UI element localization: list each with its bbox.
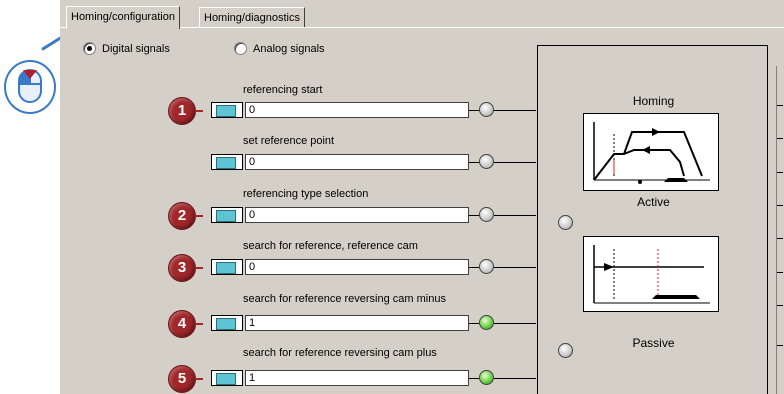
wire bbox=[469, 110, 479, 111]
analog-signals-label: Analog signals bbox=[253, 42, 325, 55]
signal-value-field[interactable]: 0 bbox=[245, 102, 469, 118]
status-led-green bbox=[479, 370, 494, 385]
signal-connector-button[interactable] bbox=[211, 370, 243, 386]
signal-value-field[interactable]: 0 bbox=[245, 154, 469, 170]
callout-badge-3: 3 bbox=[168, 254, 196, 282]
active-label: Active bbox=[637, 195, 670, 209]
status-led-grey bbox=[479, 102, 494, 117]
callout-badge-1: 1 bbox=[168, 97, 196, 125]
callout-badge-2: 2 bbox=[168, 202, 196, 230]
status-led-grey bbox=[479, 207, 494, 222]
signal-connector-button[interactable] bbox=[211, 154, 243, 170]
radio-selected-icon bbox=[83, 42, 96, 55]
signal-label-referencing-start: referencing start bbox=[243, 84, 323, 96]
wire bbox=[469, 215, 479, 216]
adjacent-tick bbox=[777, 345, 783, 346]
signal-connector-button[interactable] bbox=[211, 207, 243, 223]
active-status-led bbox=[558, 215, 573, 230]
reversing-cam-profile-icon bbox=[593, 245, 710, 304]
signal-label-referencing-type: referencing type selection bbox=[243, 188, 369, 200]
callout-pointer bbox=[195, 378, 203, 380]
wire bbox=[494, 378, 536, 379]
callout-badge-5: 5 bbox=[168, 365, 196, 393]
callout-pointer bbox=[195, 267, 203, 269]
callout-badge-4: 4 bbox=[168, 310, 196, 338]
wire bbox=[469, 267, 479, 268]
signal-label-set-reference-point: set reference point bbox=[243, 135, 335, 147]
signal-value-field[interactable]: 0 bbox=[245, 259, 469, 275]
status-led-green bbox=[479, 315, 494, 330]
signal-label-reversing-cam-plus: search for reference reversing cam plus bbox=[243, 347, 437, 359]
homing-profile-icon bbox=[593, 122, 710, 184]
adjacent-tick bbox=[777, 238, 783, 239]
signal-value-field[interactable]: 0 bbox=[245, 207, 469, 223]
mouse-icon bbox=[18, 69, 42, 103]
status-led-grey bbox=[479, 259, 494, 274]
adjacent-tick bbox=[777, 205, 783, 206]
wire bbox=[494, 267, 536, 268]
callout-pointer bbox=[195, 323, 203, 325]
wire bbox=[494, 323, 536, 324]
passive-status-led bbox=[558, 343, 573, 358]
signal-value-field[interactable]: 1 bbox=[245, 315, 469, 331]
wire bbox=[494, 162, 536, 163]
signal-label-reference-cam: search for reference, reference cam bbox=[243, 240, 418, 252]
wire bbox=[469, 162, 479, 163]
status-led-grey bbox=[479, 154, 494, 169]
homing-panel: Homing/configuration Homing/diagnostics … bbox=[60, 0, 784, 394]
signal-connector-button[interactable] bbox=[211, 259, 243, 275]
adjacent-tick bbox=[777, 172, 783, 173]
adjacent-tick bbox=[777, 305, 783, 306]
active-homing-graph bbox=[583, 113, 719, 191]
wire bbox=[494, 215, 536, 216]
signal-label-reversing-cam-minus: search for reference reversing cam minus bbox=[243, 293, 446, 305]
passive-homing-graph bbox=[583, 236, 719, 312]
adjacent-tick bbox=[777, 105, 783, 106]
analog-signals-radio[interactable]: Analog signals bbox=[234, 42, 325, 55]
digital-signals-radio[interactable]: Digital signals bbox=[83, 42, 170, 55]
wire bbox=[469, 378, 479, 379]
radio-unselected-icon bbox=[234, 42, 247, 55]
callout-pointer bbox=[195, 215, 203, 217]
wire bbox=[494, 110, 536, 111]
signal-connector-button[interactable] bbox=[211, 102, 243, 118]
signal-value-field[interactable]: 1 bbox=[245, 370, 469, 386]
mouse-click-callout bbox=[4, 60, 56, 114]
adjacent-tick bbox=[777, 272, 783, 273]
callout-pointer bbox=[195, 110, 203, 112]
digital-signals-label: Digital signals bbox=[102, 42, 170, 55]
tab-homing-diagnostics[interactable]: Homing/diagnostics bbox=[199, 7, 305, 28]
signal-connector-button[interactable] bbox=[211, 315, 243, 331]
homing-title: Homing bbox=[632, 94, 675, 108]
tab-homing-configuration[interactable]: Homing/configuration bbox=[66, 6, 180, 29]
homing-diagram-box: Homing Active Passive bbox=[537, 45, 768, 394]
adjacent-tick bbox=[777, 138, 783, 139]
wire bbox=[469, 323, 479, 324]
